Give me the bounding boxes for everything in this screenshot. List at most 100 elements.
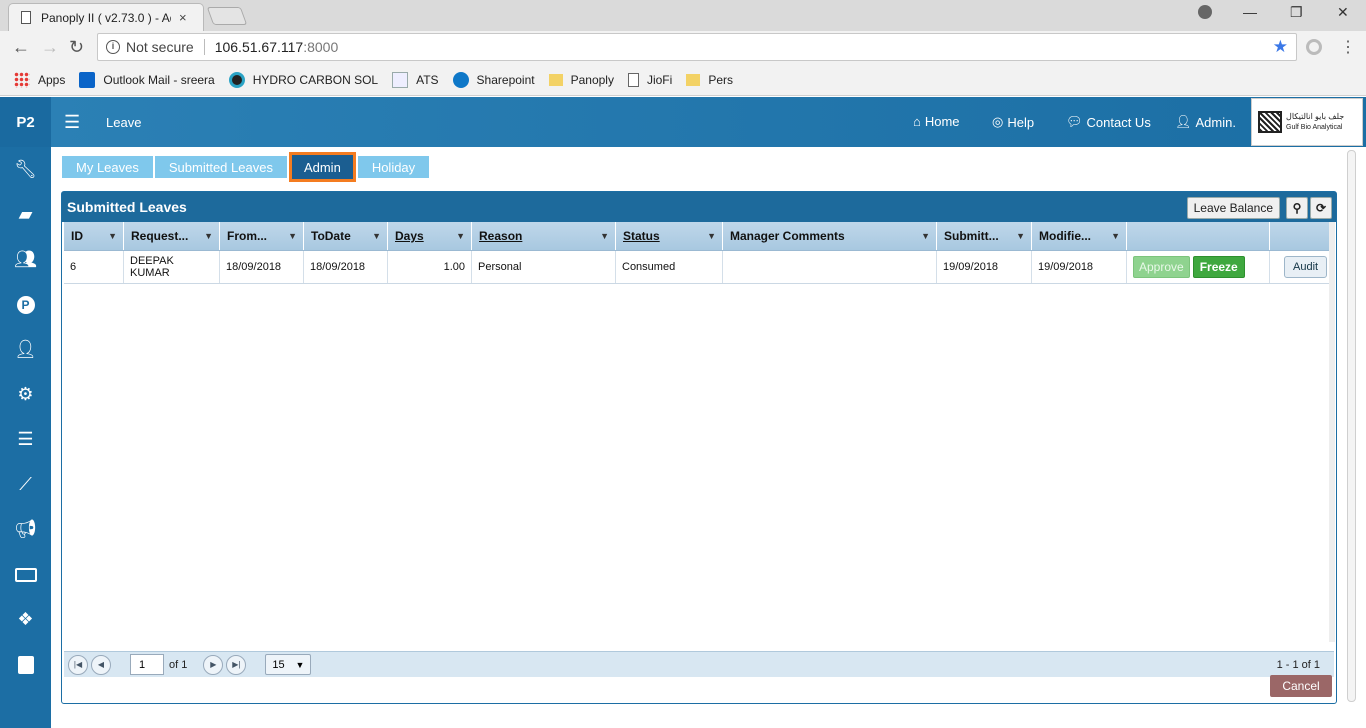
bookmark-apps[interactable]: Apps [14, 71, 65, 88]
reload-icon[interactable]: ↻ [69, 37, 84, 57]
submitted-leaves-panel: Submitted Leaves Leave Balance ⚲ ⟳ ID ▼ R… [61, 191, 1337, 704]
refresh-icon[interactable]: ⟳ [1310, 197, 1332, 219]
globe-icon [228, 71, 245, 88]
bookmark-panoply[interactable]: Panoply [548, 73, 614, 87]
bookmark-jiofi[interactable]: JioFi [627, 72, 672, 87]
bookmark-outlook[interactable]: Outlook Mail - sreera [79, 71, 215, 88]
col-status[interactable]: Status ▼ [616, 222, 723, 250]
chevron-down-icon: ▼ [204, 231, 213, 241]
sharepoint-icon [452, 71, 469, 88]
page-icon [627, 72, 639, 87]
grid-header: ID ▼ Request... ▼ From... ▼ ToDate ▼ Days ▼ R… [64, 222, 1330, 251]
first-page-icon[interactable]: |◀ [68, 654, 88, 675]
profile-icon[interactable] [1198, 5, 1212, 19]
col-id[interactable]: ID ▼ [64, 222, 124, 250]
browser-menu-icon[interactable]: ⋮ [1340, 37, 1356, 57]
chevron-down-icon: ▼ [921, 231, 930, 241]
apps-grid-icon [14, 71, 30, 88]
audit-button[interactable]: Audit [1284, 256, 1328, 278]
next-page-icon[interactable]: ▶ [203, 654, 224, 675]
maximize-button[interactable]: ❐ [1290, 4, 1303, 21]
url-host: 106.51.67.117 [214, 39, 304, 55]
table-row[interactable]: 6 DEEPAK KUMAR 18/09/2018 18/09/2018 1.0… [64, 251, 1330, 284]
chevron-down-icon: ▼ [108, 231, 117, 241]
cancel-button[interactable]: Cancel [1270, 675, 1332, 697]
col-audit [1270, 222, 1330, 250]
bookmark-star-icon[interactable]: ★ [1273, 37, 1288, 57]
help-icon: ◎ [992, 114, 1004, 129]
user-icon[interactable]: 👤︎ [0, 327, 51, 372]
close-tab-icon[interactable]: × [179, 10, 187, 25]
tab-admin[interactable]: Admin [288, 152, 356, 182]
grid-scrollbar[interactable] [1329, 222, 1335, 642]
col-days[interactable]: Days ▼ [388, 222, 472, 250]
page-number-input[interactable]: 1 [130, 654, 164, 675]
back-icon[interactable]: ← [12, 37, 30, 57]
col-manager-comments[interactable]: Manager Comments ▼ [723, 222, 937, 250]
chart-line-icon[interactable]: ⟋ [0, 462, 51, 507]
chevron-down-icon: ▼ [372, 231, 381, 241]
cubes-icon[interactable]: ❖ [0, 597, 51, 642]
database-icon[interactable]: ☰ [0, 417, 51, 462]
tab-submitted-leaves[interactable]: Submitted Leaves [154, 156, 287, 178]
app-brand[interactable]: P2 [0, 97, 51, 147]
tab-my-leaves[interactable]: My Leaves [62, 156, 153, 178]
chevron-down-icon: ▼ [456, 231, 465, 241]
chevron-down-icon: ▼ [600, 231, 609, 241]
parking-icon[interactable]: P [0, 282, 51, 327]
forward-icon[interactable]: → [41, 37, 59, 57]
money-icon[interactable] [0, 552, 51, 597]
approve-button[interactable]: Approve [1133, 256, 1190, 278]
info-icon[interactable]: i [106, 40, 120, 54]
hamburger-menu-icon[interactable]: ☰ [64, 112, 80, 133]
col-submitted[interactable]: Submitt... ▼ [937, 222, 1032, 250]
col-reason[interactable]: Reason ▼ [472, 222, 616, 250]
page-size-select[interactable]: 15 ▼ [265, 654, 312, 675]
home-icon: ⌂ [913, 114, 921, 129]
close-window-button[interactable]: ✕ [1337, 4, 1349, 21]
nav-contact[interactable]: 💬︎ Contact Us [1066, 114, 1151, 130]
freeze-button[interactable]: Freeze [1192, 256, 1245, 278]
minimize-button[interactable]: — [1243, 4, 1257, 20]
col-todate[interactable]: ToDate ▼ [304, 222, 388, 250]
folder-icon [686, 73, 701, 86]
col-actions [1127, 222, 1270, 250]
tab-holiday[interactable]: Holiday [357, 156, 430, 178]
megaphone-icon[interactable]: 📢︎ [0, 507, 51, 552]
search-icon[interactable]: ⚲ [1286, 197, 1308, 219]
bookmark-pers[interactable]: Pers [686, 73, 733, 87]
contact-card-icon[interactable] [0, 642, 51, 687]
chevron-down-icon: ▼ [1016, 231, 1025, 241]
last-page-icon[interactable]: ▶| [226, 654, 247, 675]
gear-icon[interactable]: ⚙ [0, 372, 51, 417]
divider [203, 39, 205, 55]
leaves-grid: ID ▼ Request... ▼ From... ▼ ToDate ▼ Days ▼ R… [64, 222, 1330, 284]
not-secure-label: Not secure [126, 39, 194, 55]
col-requester[interactable]: Request... ▼ [124, 222, 220, 250]
chat-icon: 💬︎ [1066, 114, 1083, 129]
cell-modified: 19/09/2018 [1032, 251, 1127, 283]
address-bar[interactable]: i Not secure 106.51.67.117 :8000 ★ [97, 33, 1297, 61]
nav-help[interactable]: ◎ Help [992, 114, 1034, 130]
panel-header: Submitted Leaves Leave Balance ⚲ ⟳ [62, 192, 1336, 222]
page-scrollbar[interactable] [1347, 150, 1356, 702]
nav-home[interactable]: ⌂ Home [913, 114, 960, 129]
chevron-down-icon: ▼ [707, 231, 716, 241]
users-icon[interactable]: 👥︎ [0, 237, 51, 282]
new-tab-button[interactable] [206, 7, 248, 25]
col-from[interactable]: From... ▼ [220, 222, 304, 250]
extension-icon[interactable] [1306, 39, 1322, 55]
wrench-icon[interactable]: 🔧︎ [0, 147, 51, 192]
nav-user[interactable]: 👤︎ Admin. [1175, 114, 1236, 130]
bookmark-sharepoint[interactable]: Sharepoint [452, 71, 535, 88]
page-of-label: of 1 [169, 658, 188, 671]
leave-balance-button[interactable]: Leave Balance [1186, 197, 1280, 219]
prev-page-icon[interactable]: ◀ [91, 654, 111, 675]
col-modified[interactable]: Modifie... ▼ [1032, 222, 1127, 250]
bookmarks-bar: Apps Outlook Mail - sreera HYDRO CARBON … [0, 64, 1366, 96]
browser-tab[interactable]: Panoply II ( v2.73.0 ) - Ad × [8, 3, 204, 31]
bookmark-ats[interactable]: ATS [392, 71, 439, 88]
user-icon: 👤︎ [1175, 114, 1192, 129]
truck-icon[interactable]: ▰ [0, 192, 51, 237]
bookmark-hydro-carbon[interactable]: HYDRO CARBON SOL [228, 71, 378, 88]
